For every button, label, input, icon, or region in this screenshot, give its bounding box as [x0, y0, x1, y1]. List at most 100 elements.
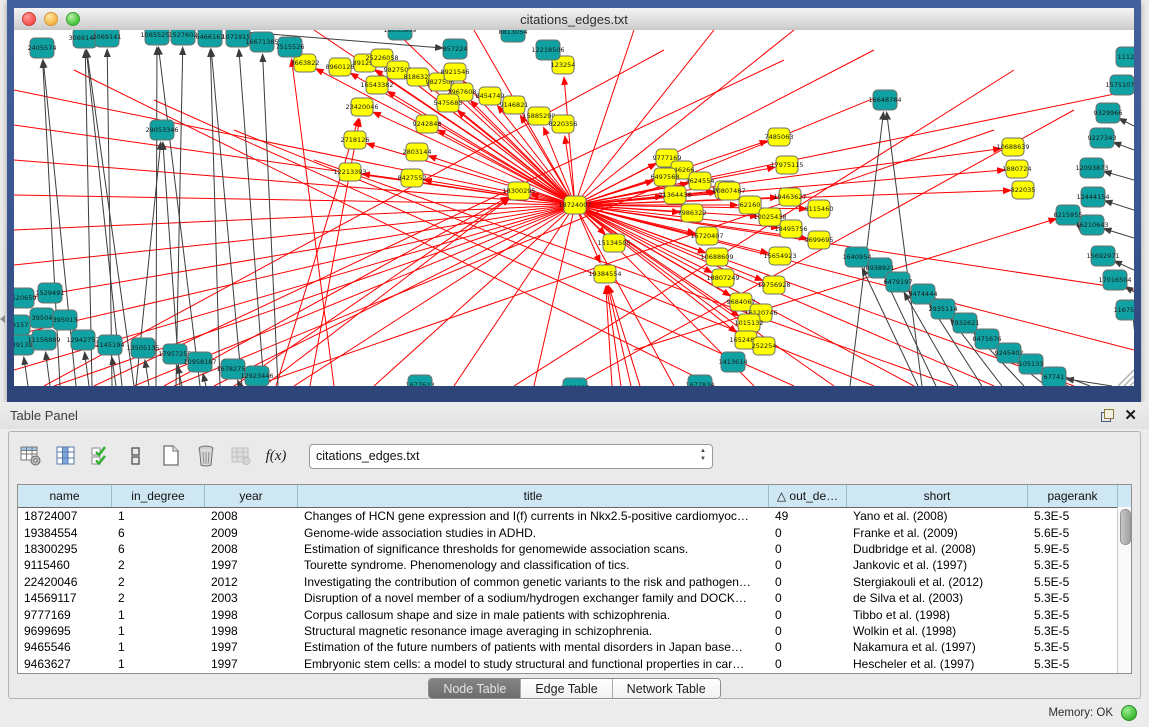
tab-network-table[interactable]: Network Table	[613, 679, 720, 698]
cell-pagerank: 5.5E-5	[1028, 575, 1118, 589]
graph-edge	[85, 353, 89, 386]
function-builder-icon[interactable]: f(x)	[264, 444, 288, 468]
column-header-name[interactable]: name	[18, 485, 112, 507]
table-row[interactable]: 911546021997Tourette syndrome. Phenomeno…	[18, 557, 1131, 573]
cell-title: Disruption of a novel member of a sodium…	[298, 591, 769, 605]
status-bar: Memory: OK	[0, 699, 1149, 727]
tab-node-table[interactable]: Node Table	[429, 679, 521, 698]
dropdown-stepper-icon: ▲▼	[700, 447, 706, 463]
graph-edge	[176, 48, 183, 386]
vertical-scrollbar[interactable]	[1117, 507, 1131, 673]
select-rows-icon[interactable]	[89, 444, 113, 468]
graph-node-label: 29053346	[145, 126, 178, 134]
graph-node-label: 15134505	[597, 239, 630, 247]
graph-node-label: 12213393	[333, 168, 366, 176]
graph-node-label: 17957255	[158, 350, 191, 358]
table-selector-dropdown[interactable]: citations_edges.txt ▲▼	[309, 444, 713, 469]
graph-node-label: 12444154	[1076, 193, 1109, 201]
table-row[interactable]: 969969511998Structural magnetic resonanc…	[18, 623, 1131, 639]
table-row[interactable]: 2242004622012Investigating the contribut…	[18, 574, 1131, 590]
cell-in_degree: 6	[112, 526, 205, 540]
cell-year: 1997	[205, 657, 298, 671]
graph-node-label: 6466162	[196, 33, 225, 41]
cell-in_degree: 6	[112, 542, 205, 556]
delete-rows-trash-icon[interactable]	[194, 444, 218, 468]
table-row[interactable]: 977716911998Corpus callosum shape and si…	[18, 606, 1131, 622]
graph-node-label: 16648784	[868, 96, 901, 104]
cell-name: 19384554	[18, 526, 112, 540]
graph-node-label: 18724007	[558, 201, 591, 209]
column-header-year[interactable]: year	[205, 485, 298, 507]
cell-pagerank: 5.3E-5	[1028, 657, 1118, 671]
attribute-table: namein_degreeyeartitle△ out_de…shortpage…	[17, 484, 1132, 674]
graph-node-label: 13505135	[126, 344, 159, 352]
table-settings-icon[interactable]	[19, 444, 43, 468]
graph-node-label: 1527602	[169, 31, 198, 39]
cell-out_de: 49	[769, 509, 847, 523]
table-panel-header: Table Panel ✕	[0, 402, 1149, 429]
table-row[interactable]: 1830029562008Estimation of significance …	[18, 541, 1131, 557]
graph-edge	[374, 205, 575, 386]
tab-edge-table[interactable]: Edge Table	[521, 679, 612, 698]
graph-node-label: 11123	[1118, 53, 1134, 61]
graph-node-label: 10688609	[700, 253, 733, 261]
table-row[interactable]: 1456911722003Disruption of a novel membe…	[18, 590, 1131, 606]
table-tabbar: Node TableEdge TableNetwork Table	[9, 678, 1140, 699]
new-document-icon[interactable]	[159, 444, 183, 468]
scrollbar-thumb[interactable]	[1120, 509, 1131, 545]
graph-edge	[263, 55, 278, 386]
cell-year: 1998	[205, 608, 298, 622]
graph-edge	[1115, 261, 1134, 270]
graph-node-label: 9242848	[413, 120, 442, 128]
graph-node-label: 2803144	[403, 148, 432, 156]
column-header-in_degree[interactable]: in_degree	[112, 485, 205, 507]
graph-edge	[575, 90, 1134, 205]
graph-edge	[292, 60, 334, 386]
float-panel-icon[interactable]	[1101, 409, 1114, 422]
graph-node-label: 10958187	[183, 358, 216, 366]
graph-edge	[24, 358, 28, 386]
close-panel-icon[interactable]: ✕	[1124, 408, 1137, 423]
graph-node-label: 8921546	[441, 68, 470, 76]
table-row[interactable]: 946362711997Embryonic stem cells: a mode…	[18, 656, 1131, 672]
cell-year: 2012	[205, 575, 298, 589]
column-header-short[interactable]: short	[847, 485, 1028, 507]
network-window: citations_edges.txt 76638228960128891293…	[7, 0, 1141, 402]
graph-node-label: 9684067	[727, 298, 756, 306]
graph-node-label: 1529491	[36, 289, 65, 297]
graph-node-label: 2718126	[341, 136, 370, 144]
graph-node-label: 9227343	[1088, 134, 1117, 142]
network-canvas[interactable]: 7663822896012889129325226058982750516543…	[14, 30, 1134, 386]
table-panel-body: f(x) citations_edges.txt ▲▼ namein_degre…	[8, 431, 1141, 699]
cell-name: 9463627	[18, 657, 112, 671]
column-header-title[interactable]: title	[298, 485, 769, 507]
column-header-pagerank[interactable]: pagerank	[1028, 485, 1118, 507]
table-row[interactable]: 1938455462009Genome-wide association stu…	[18, 524, 1131, 540]
table-row[interactable]: 1872400712008Changes of HCN gene express…	[18, 508, 1131, 524]
delete-table-icon	[229, 444, 253, 468]
cell-short: Yano et al. (2008)	[847, 509, 1028, 523]
graph-node-label: 8813054	[499, 30, 528, 36]
cell-in_degree: 1	[112, 608, 205, 622]
memory-status-icon[interactable]	[1121, 705, 1137, 721]
side-panel-collapse-handle[interactable]	[0, 315, 5, 323]
table-panel-title: Table Panel	[10, 408, 78, 423]
graph-node-label: 15751074	[1105, 81, 1134, 89]
graph-node-label: 62160	[740, 201, 761, 209]
cell-year: 1997	[205, 640, 298, 654]
merge-rows-icon[interactable]	[124, 444, 148, 468]
cell-name: 9777169	[18, 608, 112, 622]
graph-node-label: 12093873	[1075, 164, 1108, 172]
network-window-titlebar[interactable]: citations_edges.txt	[14, 8, 1134, 31]
column-header-out_de[interactable]: △ out_de…	[769, 485, 847, 507]
table-row[interactable]: 946554611997Estimation of the future num…	[18, 639, 1131, 655]
graph-node-label: 7986322	[678, 209, 707, 217]
graph-edge	[46, 353, 50, 386]
cell-title: Structural magnetic resonance image aver…	[298, 624, 769, 638]
graph-node-label: 19756928	[757, 281, 790, 289]
resize-grip[interactable]	[1118, 370, 1134, 386]
graph-edge	[534, 205, 575, 386]
graph-node-label: 9474444	[909, 290, 938, 298]
cell-pagerank: 5.3E-5	[1028, 591, 1118, 605]
show-columns-icon[interactable]	[54, 444, 78, 468]
